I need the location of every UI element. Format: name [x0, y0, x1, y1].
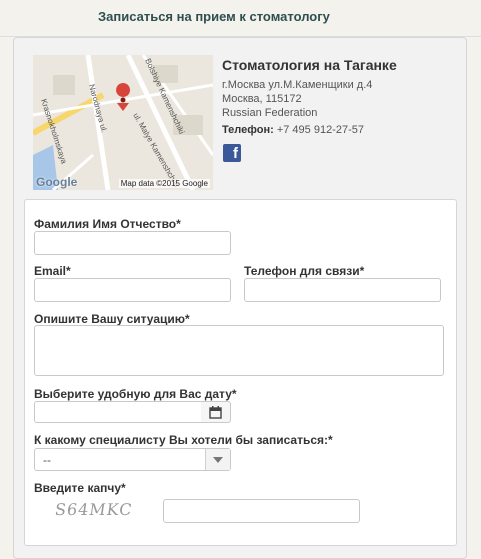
address-line: Москва, 115172	[222, 93, 302, 105]
facebook-icon[interactable]: f	[223, 144, 241, 162]
specialist-selected: --	[43, 453, 51, 467]
address-line: г.Москва ул.М.Каменщики д.4	[222, 79, 373, 91]
specialist-select[interactable]: --	[34, 448, 231, 471]
situation-textarea[interactable]	[34, 325, 444, 376]
situation-label: Опишите Вашу ситуацию*	[34, 312, 190, 326]
specialist-label: К какому специалисту Вы хотели бы записа…	[34, 433, 333, 447]
map-image: Narodnaya ul. Bolshiye Kamenshchiki ul. …	[33, 55, 213, 190]
chevron-down-icon	[205, 449, 230, 470]
google-logo: Google	[36, 175, 78, 189]
map-widget[interactable]: Narodnaya ul. Bolshiye Kamenshchiki ul. …	[33, 55, 213, 190]
phone-label: Телефон:	[222, 124, 274, 136]
clinic-phone: Телефон: +7 495 912-27-57	[222, 124, 364, 136]
phone-field-label: Телефон для связи*	[244, 264, 365, 278]
date-input[interactable]	[34, 401, 202, 423]
map-attribution: Map data ©2015 Google	[118, 179, 210, 188]
captcha-input[interactable]	[163, 499, 360, 523]
date-label: Выберите удобную для Вас дату*	[34, 387, 237, 401]
email-input[interactable]	[34, 278, 231, 302]
captcha-label: Введите капчу*	[34, 481, 126, 495]
address-line: Russian Federation	[222, 107, 318, 119]
page-title: Записаться на прием к стоматологу	[98, 9, 330, 24]
calendar-icon	[209, 405, 222, 419]
captcha-image: S64MKC	[53, 500, 134, 519]
email-label: Email*	[34, 264, 71, 278]
fio-label: Фамилия Имя Отчество*	[34, 217, 181, 231]
phone-value: +7 495 912-27-57	[273, 124, 364, 136]
phone-input[interactable]	[244, 278, 441, 302]
calendar-button[interactable]	[201, 401, 231, 423]
fio-input[interactable]	[34, 231, 231, 255]
clinic-name: Стоматология на Таганке	[222, 57, 397, 73]
